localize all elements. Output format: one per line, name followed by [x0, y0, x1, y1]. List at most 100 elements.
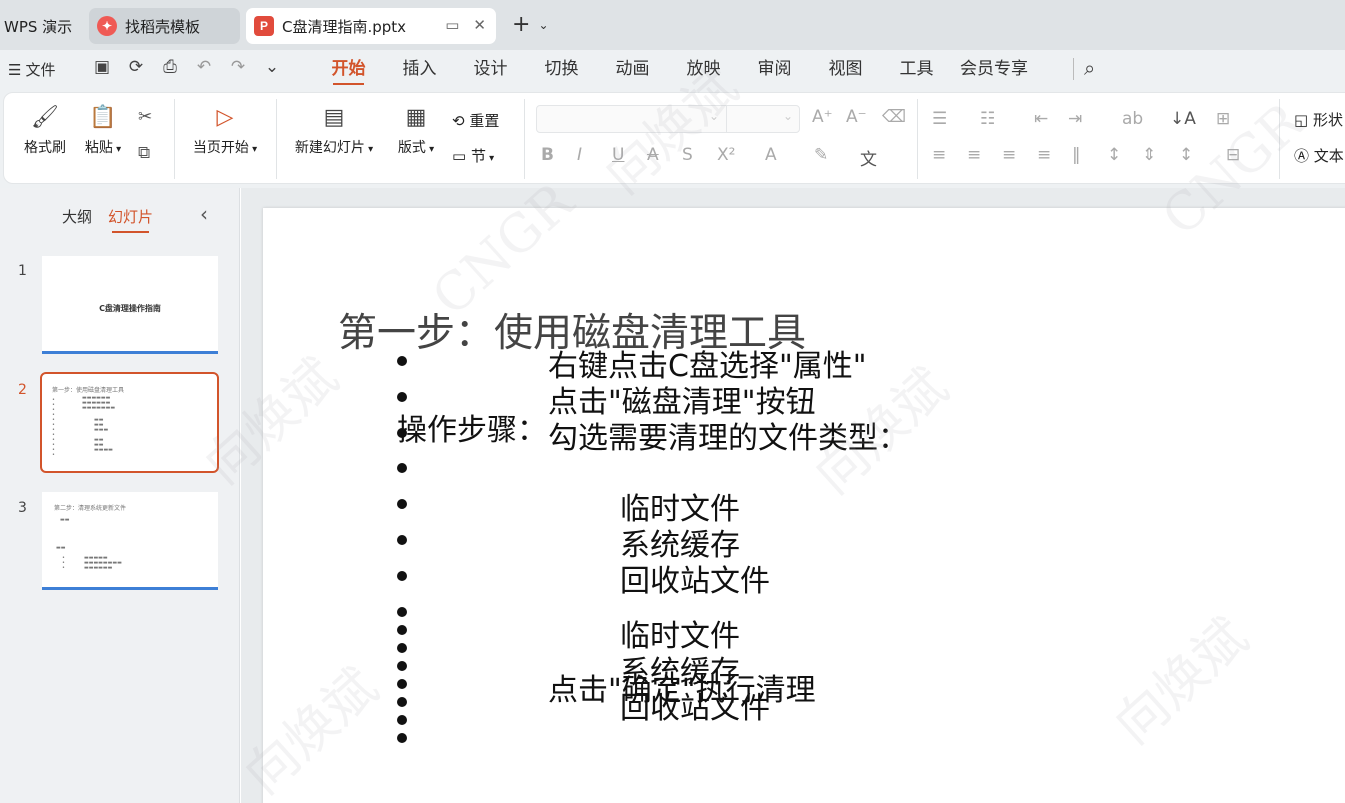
paragraph-spacing-icon[interactable]: ⇕	[1142, 145, 1156, 165]
layout-button[interactable]: ▦ 版式 ▾	[393, 105, 439, 157]
thumbnail-title: 第一步：使用磁盘清理工具	[52, 387, 125, 394]
numbered-list-icon[interactable]: ☷	[980, 109, 995, 129]
superscript-icon[interactable]: X²	[717, 145, 735, 165]
justify-icon[interactable]: ≡	[1037, 145, 1051, 165]
more-chevron-icon[interactable]: ⌄	[262, 57, 282, 77]
undo-icon[interactable]: ↶	[194, 57, 214, 77]
copy-icon[interactable]: ⧉	[138, 143, 150, 163]
phonetic-guide-icon[interactable]: 文	[860, 145, 877, 170]
tab-tools[interactable]: 工具	[881, 50, 952, 88]
bullet-dot	[397, 499, 407, 509]
font-name-field[interactable]	[537, 106, 727, 132]
vertical-align-icon[interactable]: ⊟	[1226, 145, 1240, 165]
chevron-down-icon: ⌄	[538, 17, 549, 32]
new-slide-dropdown-icon: ▾	[364, 144, 374, 155]
ribbon-divider	[276, 99, 277, 179]
spacing-options-icon[interactable]: ↕	[1179, 145, 1193, 165]
tab-home[interactable]: 开始	[313, 50, 384, 88]
ribbon-divider	[524, 99, 525, 179]
bullet-dot	[397, 733, 407, 743]
convert-smartart-icon[interactable]: ⊞	[1216, 109, 1230, 129]
thumbnail-content: ▬▬▬▬▬▬▬▬▬▬▬▬▬▬▬▬▬▬▬	[82, 395, 116, 411]
save-icon[interactable]: ▣	[92, 57, 112, 77]
file-type-item[interactable]: 回收站文件	[620, 683, 770, 727]
cloud-sync-icon[interactable]: ⟳	[126, 57, 146, 77]
tab-view[interactable]: 视图	[810, 50, 881, 88]
increase-font-icon[interactable]: A⁺	[812, 107, 833, 127]
format-painter-label: 格式刷	[24, 140, 66, 156]
bold-icon[interactable]: B	[541, 145, 554, 165]
slide-editor[interactable]	[263, 208, 1345, 803]
bullet-dot	[397, 643, 407, 653]
print-preview-icon[interactable]: ⎙	[160, 57, 180, 77]
tab-slides[interactable]: 幻灯片	[108, 206, 153, 233]
file-menu-button[interactable]: ☰ 文件	[8, 59, 55, 80]
new-tab-button[interactable]: + ⌄	[512, 12, 549, 37]
bullet-dot	[397, 607, 407, 617]
underline-icon[interactable]: U	[612, 145, 624, 165]
font-color-icon[interactable]: A	[765, 145, 777, 165]
font-selector[interactable]: ⌄ ⌄	[536, 105, 800, 133]
monitor-icon[interactable]: ▭	[445, 16, 459, 34]
slide-thumbnail-1[interactable]: C盘清理操作指南	[42, 256, 218, 354]
highlight-icon[interactable]: ✎	[814, 145, 828, 165]
format-painter-button[interactable]: 🖌 格式刷	[22, 105, 68, 157]
tab-animations[interactable]: 动画	[597, 50, 668, 88]
tab-membership[interactable]: 会员专享	[952, 50, 1036, 88]
new-slide-button[interactable]: ▤ 新建幻灯片 ▾	[289, 105, 379, 157]
tab-design[interactable]: 设计	[455, 50, 526, 88]
menu-divider	[1073, 58, 1074, 80]
reset-label: 重置	[469, 112, 500, 130]
distribute-icon[interactable]: ‖	[1072, 145, 1081, 165]
reset-button[interactable]: ⟲ 重置	[452, 110, 499, 131]
section-button[interactable]: ▭ 节 ▾	[452, 145, 494, 166]
shape-icon: ◱	[1294, 111, 1309, 129]
section-dropdown-icon: ▾	[485, 153, 495, 164]
play-circle-icon: ▷	[216, 105, 234, 130]
tab-document[interactable]: P C盘清理指南.pptx ▭ ✕	[246, 8, 496, 44]
close-tab-icon[interactable]: ✕	[473, 16, 486, 34]
clipboard-icon: 📋	[89, 105, 117, 130]
shadow-text-icon[interactable]: S	[682, 145, 693, 165]
tab-review[interactable]: 审阅	[739, 50, 810, 88]
step-text[interactable]: 勾选需要清理的文件类型：	[548, 413, 908, 457]
redo-icon[interactable]: ↷	[228, 57, 248, 77]
align-right-icon[interactable]: ≡	[1002, 145, 1016, 165]
italic-icon[interactable]: I	[577, 145, 582, 165]
tab-transitions[interactable]: 切换	[526, 50, 597, 88]
ribbon-toolbar: 🖌 格式刷 📋 粘贴 ▾ ✂ ⧉ ▷ 当页开始 ▾ ▤ 新建幻灯片 ▾ ▦ 版式…	[3, 92, 1345, 184]
cut-icon[interactable]: ✂	[138, 107, 152, 127]
quick-access-toolbar: ▣ ⟳ ⎙ ↶ ↷ ⌄	[92, 57, 282, 77]
textbox-button[interactable]: Ⓐ 文本	[1294, 145, 1344, 166]
tab-wps-home[interactable]: WPS 演示	[0, 8, 84, 44]
tab-outline[interactable]: 大纲	[62, 206, 92, 227]
collapse-panel-icon[interactable]: ‹	[200, 202, 208, 226]
line-spacing-icon[interactable]: ↕	[1107, 145, 1121, 165]
section-label: 节	[470, 147, 486, 165]
slide-thumbnail-2[interactable]: 第一步：使用磁盘清理工具 • • • • • • • • • • • • ▬▬▬▬▬▬ ▬▬▬▬▬▬ ▬▬…	[40, 372, 219, 473]
play-from-current-label: 当页开始	[192, 140, 249, 156]
sort-icon[interactable]: ↓A	[1170, 109, 1196, 129]
decrease-font-icon[interactable]: A⁻	[846, 107, 867, 127]
strikethrough-icon[interactable]: A	[647, 145, 659, 165]
slide-thumbnail-3[interactable]: 第二步：清理系统更新文件 ▬▬ ▬▬ • • • ▬▬▬▬▬ ▬▬▬▬▬▬▬▬ ▬▬▬▬…	[42, 492, 218, 590]
shape-button[interactable]: ◱ 形状	[1294, 109, 1343, 130]
bullet-list-icon[interactable]: ☰	[932, 109, 947, 129]
file-type-item[interactable]: 回收站文件	[620, 556, 770, 600]
ribbon-divider	[1279, 99, 1280, 179]
tab-template-store[interactable]: ✦ 找稻壳模板	[89, 8, 240, 44]
bullet-dot	[397, 571, 407, 581]
tab-slideshow[interactable]: 放映	[668, 50, 739, 88]
align-center-icon[interactable]: ≡	[967, 145, 981, 165]
paste-button[interactable]: 📋 粘贴 ▾	[80, 105, 126, 157]
eraser-icon[interactable]: ⌫	[882, 107, 906, 127]
presentation-file-icon: P	[254, 16, 274, 36]
text-direction-icon[interactable]: ab	[1122, 109, 1143, 129]
search-icon[interactable]: ⌕	[1084, 56, 1095, 80]
increase-indent-icon[interactable]: ⇥	[1068, 109, 1082, 129]
align-left-icon[interactable]: ≡	[932, 145, 946, 165]
decrease-indent-icon[interactable]: ⇤	[1034, 109, 1048, 129]
tab-insert[interactable]: 插入	[384, 50, 455, 88]
steps-label[interactable]: 操作步骤：	[397, 405, 547, 449]
play-from-current-button[interactable]: ▷ 当页开始 ▾	[188, 105, 262, 157]
